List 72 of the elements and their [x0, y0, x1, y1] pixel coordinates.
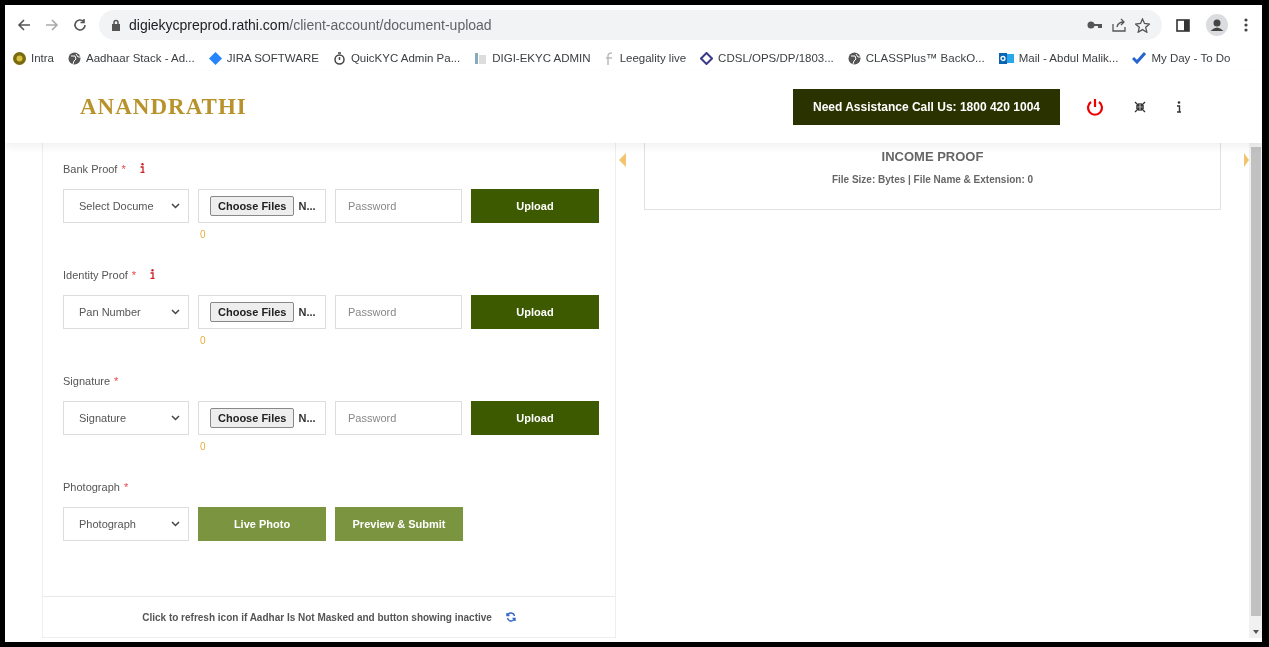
star-icon[interactable] [1135, 17, 1150, 33]
info-icon[interactable] [139, 163, 145, 173]
diamond-icon [208, 51, 222, 65]
globe-icon [847, 51, 861, 65]
password-field[interactable]: Password [335, 295, 462, 329]
profile-icon[interactable] [1206, 14, 1228, 36]
info-icon[interactable] [150, 269, 156, 279]
url-text: digiekycpreprod.rathi.com/client-account/document-upload [129, 17, 492, 33]
file-input[interactable]: Choose Files N... [198, 189, 326, 223]
back-icon[interactable] [17, 18, 31, 32]
bookmark[interactable]: QuicKYC Admin Pa... [332, 51, 461, 65]
bookmark[interactable]: Intra [13, 51, 54, 65]
bookmark[interactable]: CLASSPlus™ BackO... [847, 51, 985, 65]
bookmark[interactable]: Aadhaar Stack - Ad... [68, 51, 195, 65]
bookmark[interactable]: My Day - To Do [1132, 52, 1231, 64]
page-icon [474, 51, 488, 65]
field-label: Photograph [63, 481, 120, 493]
info-icon[interactable] [1176, 101, 1182, 113]
field-label: Bank Proof [63, 163, 118, 175]
scroll-down-icon[interactable] [1252, 630, 1259, 634]
refresh-icon[interactable] [505, 612, 516, 622]
f-icon [604, 51, 615, 65]
file-input[interactable]: Choose Files N... [198, 295, 326, 329]
password-field[interactable]: Password [335, 189, 462, 223]
scrollbar[interactable] [1249, 143, 1262, 638]
required-mark: * [114, 375, 119, 387]
upload-button[interactable]: Upload [471, 189, 599, 223]
diamond-icon [700, 51, 714, 65]
bookmark[interactable]: DIGI-EKYC ADMIN [474, 51, 591, 65]
avatar-icon [13, 51, 26, 65]
share-icon[interactable] [1111, 18, 1127, 32]
bookmark[interactable]: JIRA SOFTWARE [208, 51, 319, 65]
file-count: 0 [200, 229, 206, 240]
side-panel-icon[interactable] [1176, 18, 1190, 32]
key-icon[interactable] [1087, 20, 1103, 30]
upload-button[interactable]: Upload [471, 401, 599, 435]
file-input[interactable]: Choose Files N... [198, 401, 326, 435]
file-count: 0 [200, 441, 206, 452]
document-select[interactable]: Select Docume [63, 189, 189, 223]
document-select[interactable]: Photograph [63, 507, 189, 541]
power-icon[interactable] [1086, 98, 1104, 116]
file-details: File Size: Bytes | File Name & Extension: 0 [830, 174, 1035, 185]
note-text: Click to refresh icon if Aadhar Is Not Masked and button showing inactive [142, 611, 492, 623]
document-select[interactable]: Pan Number [63, 295, 189, 329]
assistance-banner: Need Assistance Call Us: 1800 420 1004 [792, 89, 1060, 125]
bookmark[interactable]: Mail - Abdul Malik... [998, 51, 1119, 65]
card-title: INCOME PROOF [880, 149, 985, 164]
chevron-down-icon [171, 415, 180, 421]
required-mark: * [121, 163, 126, 175]
lock-icon [111, 19, 121, 31]
field-label: Identity Proof [63, 269, 128, 281]
address-bar[interactable]: digiekycpreprod.rathi.com/client-account/document-upload [99, 10, 1162, 40]
required-mark: * [131, 269, 137, 281]
file-count: 0 [200, 335, 206, 346]
upload-button[interactable]: Upload [471, 295, 599, 329]
globe-icon [68, 51, 81, 65]
stopwatch-icon [332, 51, 346, 65]
password-field[interactable]: Password [335, 401, 462, 435]
menu-icon[interactable] [1244, 18, 1248, 32]
checkmark-icon [1132, 52, 1147, 64]
reload-icon[interactable] [73, 18, 87, 32]
chevron-down-icon [171, 203, 180, 209]
logo: ANANDRATHI [80, 94, 247, 120]
document-select[interactable]: Signature [63, 401, 189, 435]
bookmark[interactable]: CDSL/OPS/DP/1803... [700, 51, 834, 65]
chevron-down-icon [171, 521, 180, 527]
collapse-icon[interactable] [1134, 101, 1146, 113]
field-label: Signature [63, 375, 111, 387]
bookmark[interactable]: Leegality live [604, 51, 687, 65]
chevron-down-icon [171, 309, 180, 315]
mail-icon [998, 51, 1014, 65]
required-mark: * [123, 481, 129, 493]
